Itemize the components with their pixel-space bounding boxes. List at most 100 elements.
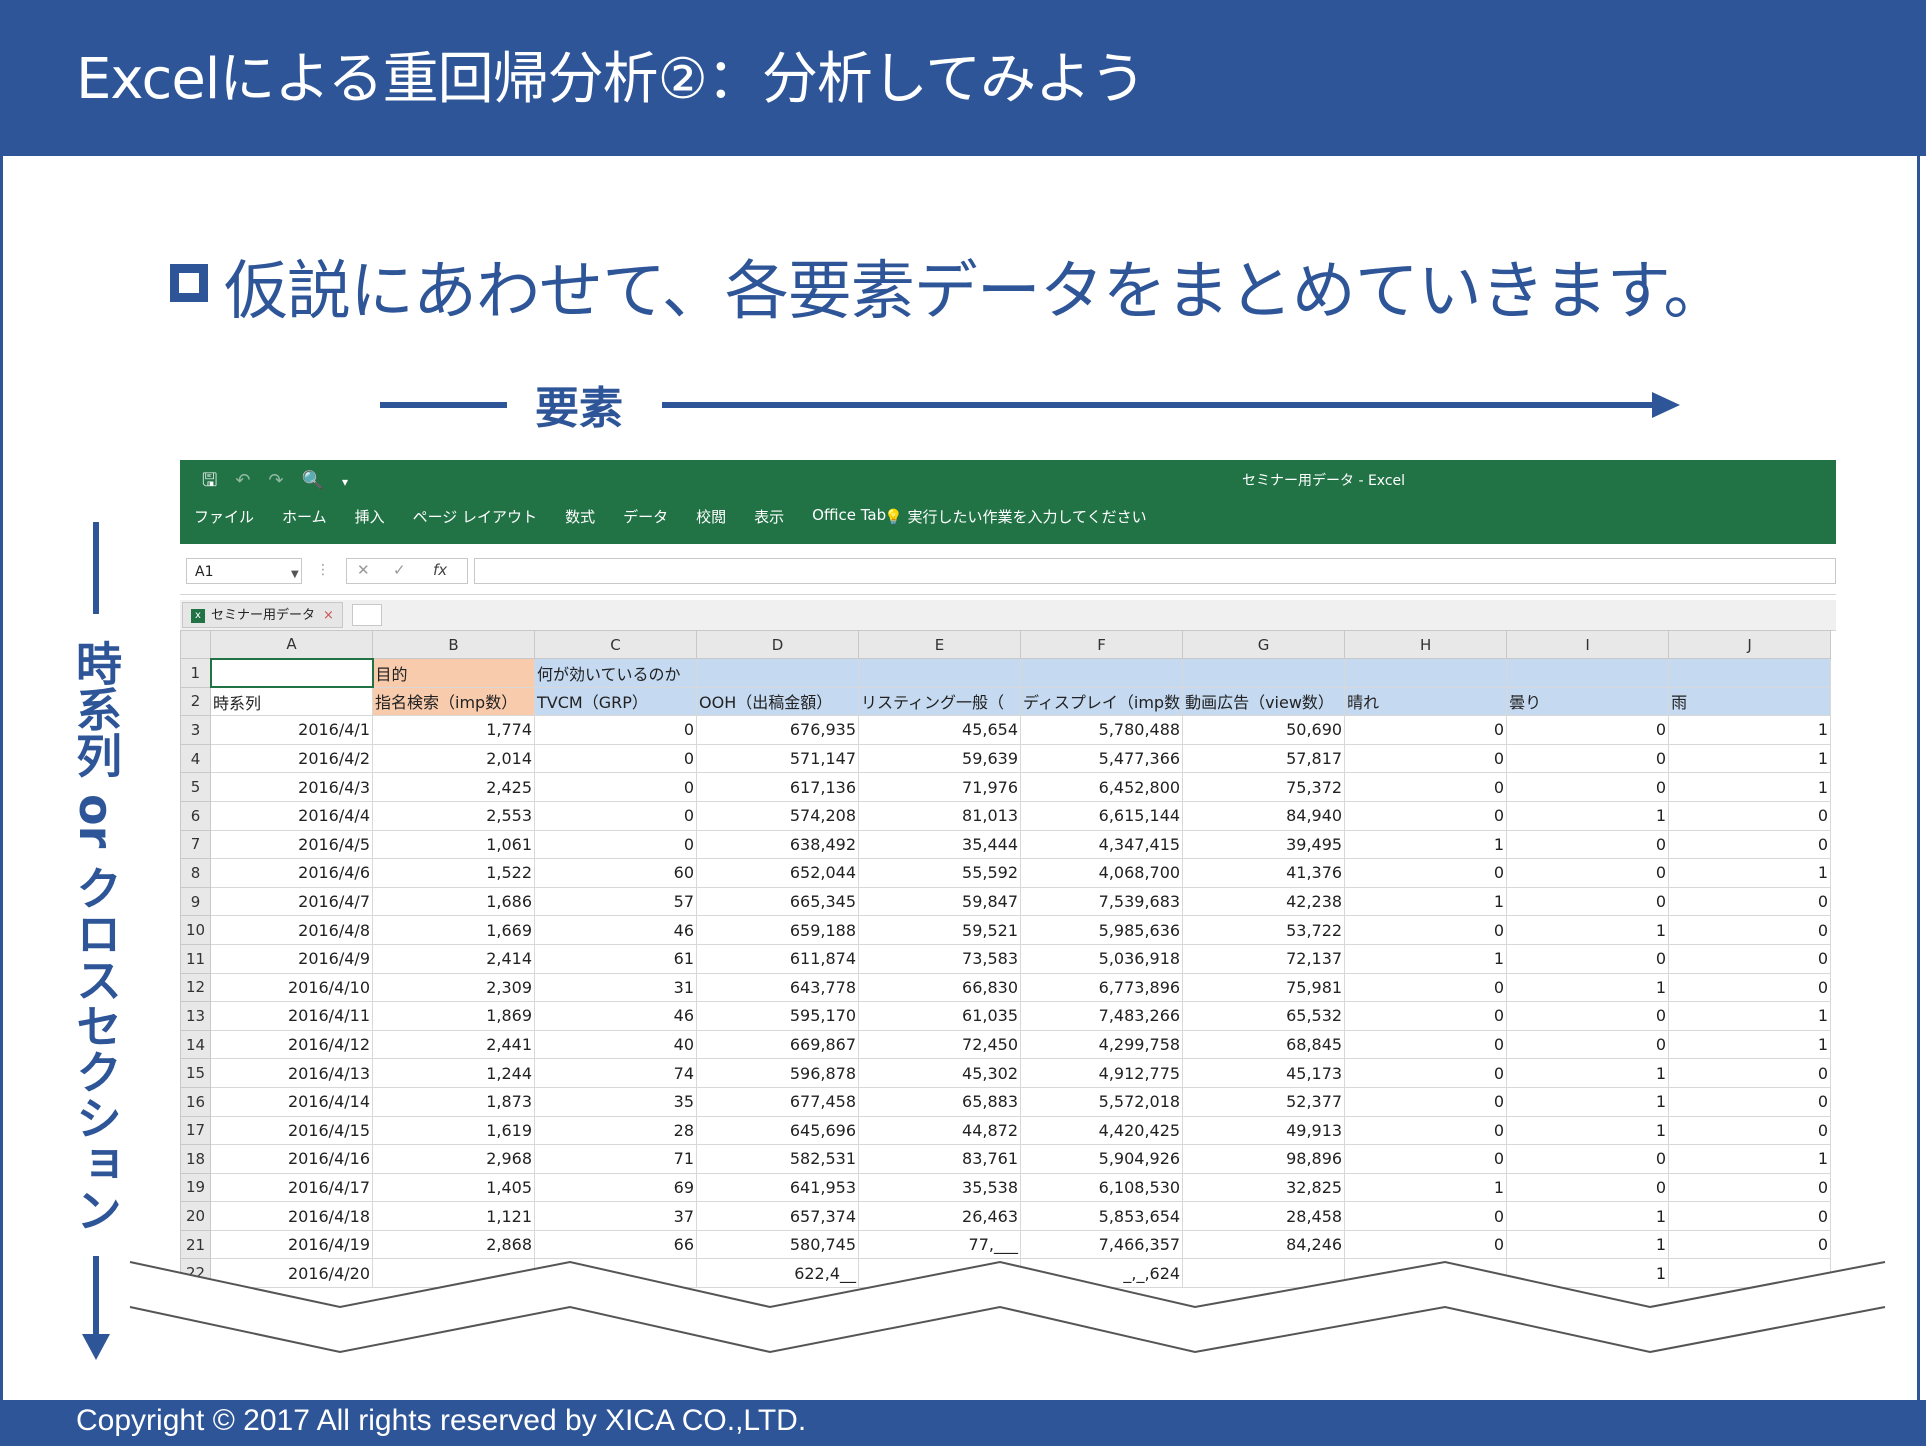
cell[interactable]: 0 (1506, 858, 1670, 888)
insert-function-icon[interactable]: fx (433, 561, 447, 579)
cell[interactable]: 1 (1668, 743, 1832, 774)
column-header[interactable]: A (210, 630, 373, 659)
cell[interactable]: 28 (534, 1115, 697, 1146)
cell[interactable]: 0 (1668, 886, 1832, 917)
cell[interactable]: 98,896 (1182, 1144, 1346, 1174)
menu-item[interactable]: 数式 (565, 506, 595, 527)
cell[interactable]: 5,904,926 (1019, 1144, 1184, 1174)
cell[interactable]: 595,170 (696, 1001, 859, 1031)
column-header[interactable]: F (1019, 630, 1184, 659)
cell[interactable]: 50,690 (1182, 715, 1346, 745)
row-header[interactable]: 21 (180, 1229, 211, 1260)
cell[interactable]: 6,773,896 (1019, 972, 1184, 1003)
cell[interactable]: 0 (1668, 829, 1832, 860)
cell[interactable]: 1 (1668, 858, 1832, 888)
cell[interactable]: 1,522 (372, 858, 535, 888)
cell[interactable]: 84,246 (1182, 1229, 1346, 1260)
cell[interactable]: 7,483,266 (1019, 1001, 1184, 1031)
column-label-cell[interactable]: TVCM（GRP） (534, 686, 697, 717)
cell[interactable]: 0 (1506, 943, 1670, 974)
cell[interactable]: 0 (1668, 1229, 1832, 1260)
cell[interactable]: 2016/4/4 (210, 800, 373, 831)
cell[interactable]: 622,4__ (696, 1258, 859, 1289)
cell[interactable]: 2016/4/1 (210, 715, 373, 745)
cell[interactable]: 4,068,700 (1019, 858, 1184, 888)
cell[interactable]: 1,405 (372, 1172, 535, 1203)
cell[interactable]: 1,619 (372, 1115, 535, 1146)
row-header[interactable]: 15 (180, 1058, 211, 1088)
cell[interactable]: 2,014 (372, 743, 535, 774)
cell[interactable] (1182, 658, 1346, 688)
cell[interactable]: 75,372 (1182, 772, 1346, 802)
cell[interactable]: 75,981 (1182, 972, 1346, 1003)
cell[interactable]: 574,208 (696, 800, 859, 831)
cell[interactable]: 45,654 (858, 715, 1021, 745)
cell[interactable]: 1 (1344, 829, 1508, 860)
row-header[interactable]: 8 (180, 858, 211, 888)
cell[interactable]: 0 (1344, 1144, 1508, 1174)
cell[interactable]: 0 (1668, 1058, 1832, 1088)
cell[interactable]: 1,686 (372, 886, 535, 917)
cell[interactable]: 0 (1668, 972, 1832, 1003)
cell[interactable]: 61,035 (858, 1001, 1021, 1031)
column-header[interactable]: I (1506, 630, 1670, 659)
formula-input[interactable] (474, 558, 1836, 584)
cell[interactable]: 0 (1344, 972, 1508, 1003)
column-label-cell[interactable]: 指名検索（imp数） (372, 686, 535, 717)
cell[interactable]: 1,061 (372, 829, 535, 860)
column-label-cell[interactable]: 雨 (1668, 686, 1832, 717)
cell[interactable]: 643,778 (696, 972, 859, 1003)
cell[interactable]: 2,414 (372, 943, 535, 974)
cell[interactable]: 0 (534, 772, 697, 802)
cell[interactable]: 669,867 (696, 1029, 859, 1060)
cell[interactable]: 46 (534, 915, 697, 945)
column-label-cell[interactable]: 曇り (1506, 686, 1670, 717)
print-preview-icon[interactable]: 🔍 (302, 470, 324, 491)
cell[interactable]: 0 (1668, 1115, 1832, 1146)
cell[interactable]: 42,238 (1182, 886, 1346, 917)
cell[interactable]: 0 (534, 743, 697, 774)
row-header[interactable]: 18 (180, 1144, 211, 1174)
cell[interactable] (858, 658, 1021, 688)
cell[interactable]: 665,345 (696, 886, 859, 917)
menu-item[interactable]: ページ レイアウト (413, 506, 537, 527)
cell[interactable]: 77,___ (858, 1229, 1021, 1260)
cell[interactable]: 7,539,683 (1019, 886, 1184, 917)
cell[interactable]: 2016/4/13 (210, 1058, 373, 1088)
row-header[interactable]: 3 (180, 715, 211, 745)
column-header[interactable]: H (1344, 630, 1508, 659)
cell[interactable]: 0 (1344, 1115, 1508, 1146)
cell[interactable]: _,_,624 (1019, 1258, 1184, 1289)
cell[interactable]: 2016/4/15 (210, 1115, 373, 1146)
cell[interactable]: 74 (534, 1058, 697, 1088)
cell[interactable] (1182, 1258, 1346, 1289)
tell-me-box[interactable]: 💡 実行したい作業を入力してください (884, 506, 1147, 527)
cell[interactable]: 37 (534, 1201, 697, 1231)
cell[interactable]: 84,940 (1182, 800, 1346, 831)
cell[interactable]: 何が効いているのか (534, 658, 697, 688)
cell[interactable]: 0 (1668, 1086, 1832, 1117)
cell[interactable]: 0 (1344, 1086, 1508, 1117)
cell[interactable]: 0 (534, 829, 697, 860)
cell[interactable]: 1 (1506, 800, 1670, 831)
cell[interactable]: 0 (1344, 1201, 1508, 1231)
cell[interactable]: 0 (1668, 943, 1832, 974)
cell[interactable]: 1 (1668, 1001, 1832, 1031)
menu-item[interactable]: Office Tab (812, 506, 886, 527)
column-header[interactable]: J (1668, 630, 1832, 659)
cell[interactable]: 28,458 (1182, 1201, 1346, 1231)
menu-item[interactable]: データ (623, 506, 668, 527)
cell[interactable]: 2,868 (372, 1229, 535, 1260)
cell[interactable]: 44,872 (858, 1115, 1021, 1146)
cell[interactable]: 0 (1344, 800, 1508, 831)
cell[interactable]: 617,136 (696, 772, 859, 802)
document-tab[interactable]: x セミナー用データ × (182, 602, 343, 628)
cell[interactable] (696, 658, 859, 688)
cell[interactable] (1506, 658, 1670, 688)
cell[interactable]: 2016/4/12 (210, 1029, 373, 1060)
cell[interactable]: 657,374 (696, 1201, 859, 1231)
cell[interactable]: 1 (1344, 886, 1508, 917)
cell[interactable]: 2016/4/20 (210, 1258, 373, 1289)
cell[interactable]: 652,044 (696, 858, 859, 888)
cell[interactable]: 5,985,636 (1019, 915, 1184, 945)
